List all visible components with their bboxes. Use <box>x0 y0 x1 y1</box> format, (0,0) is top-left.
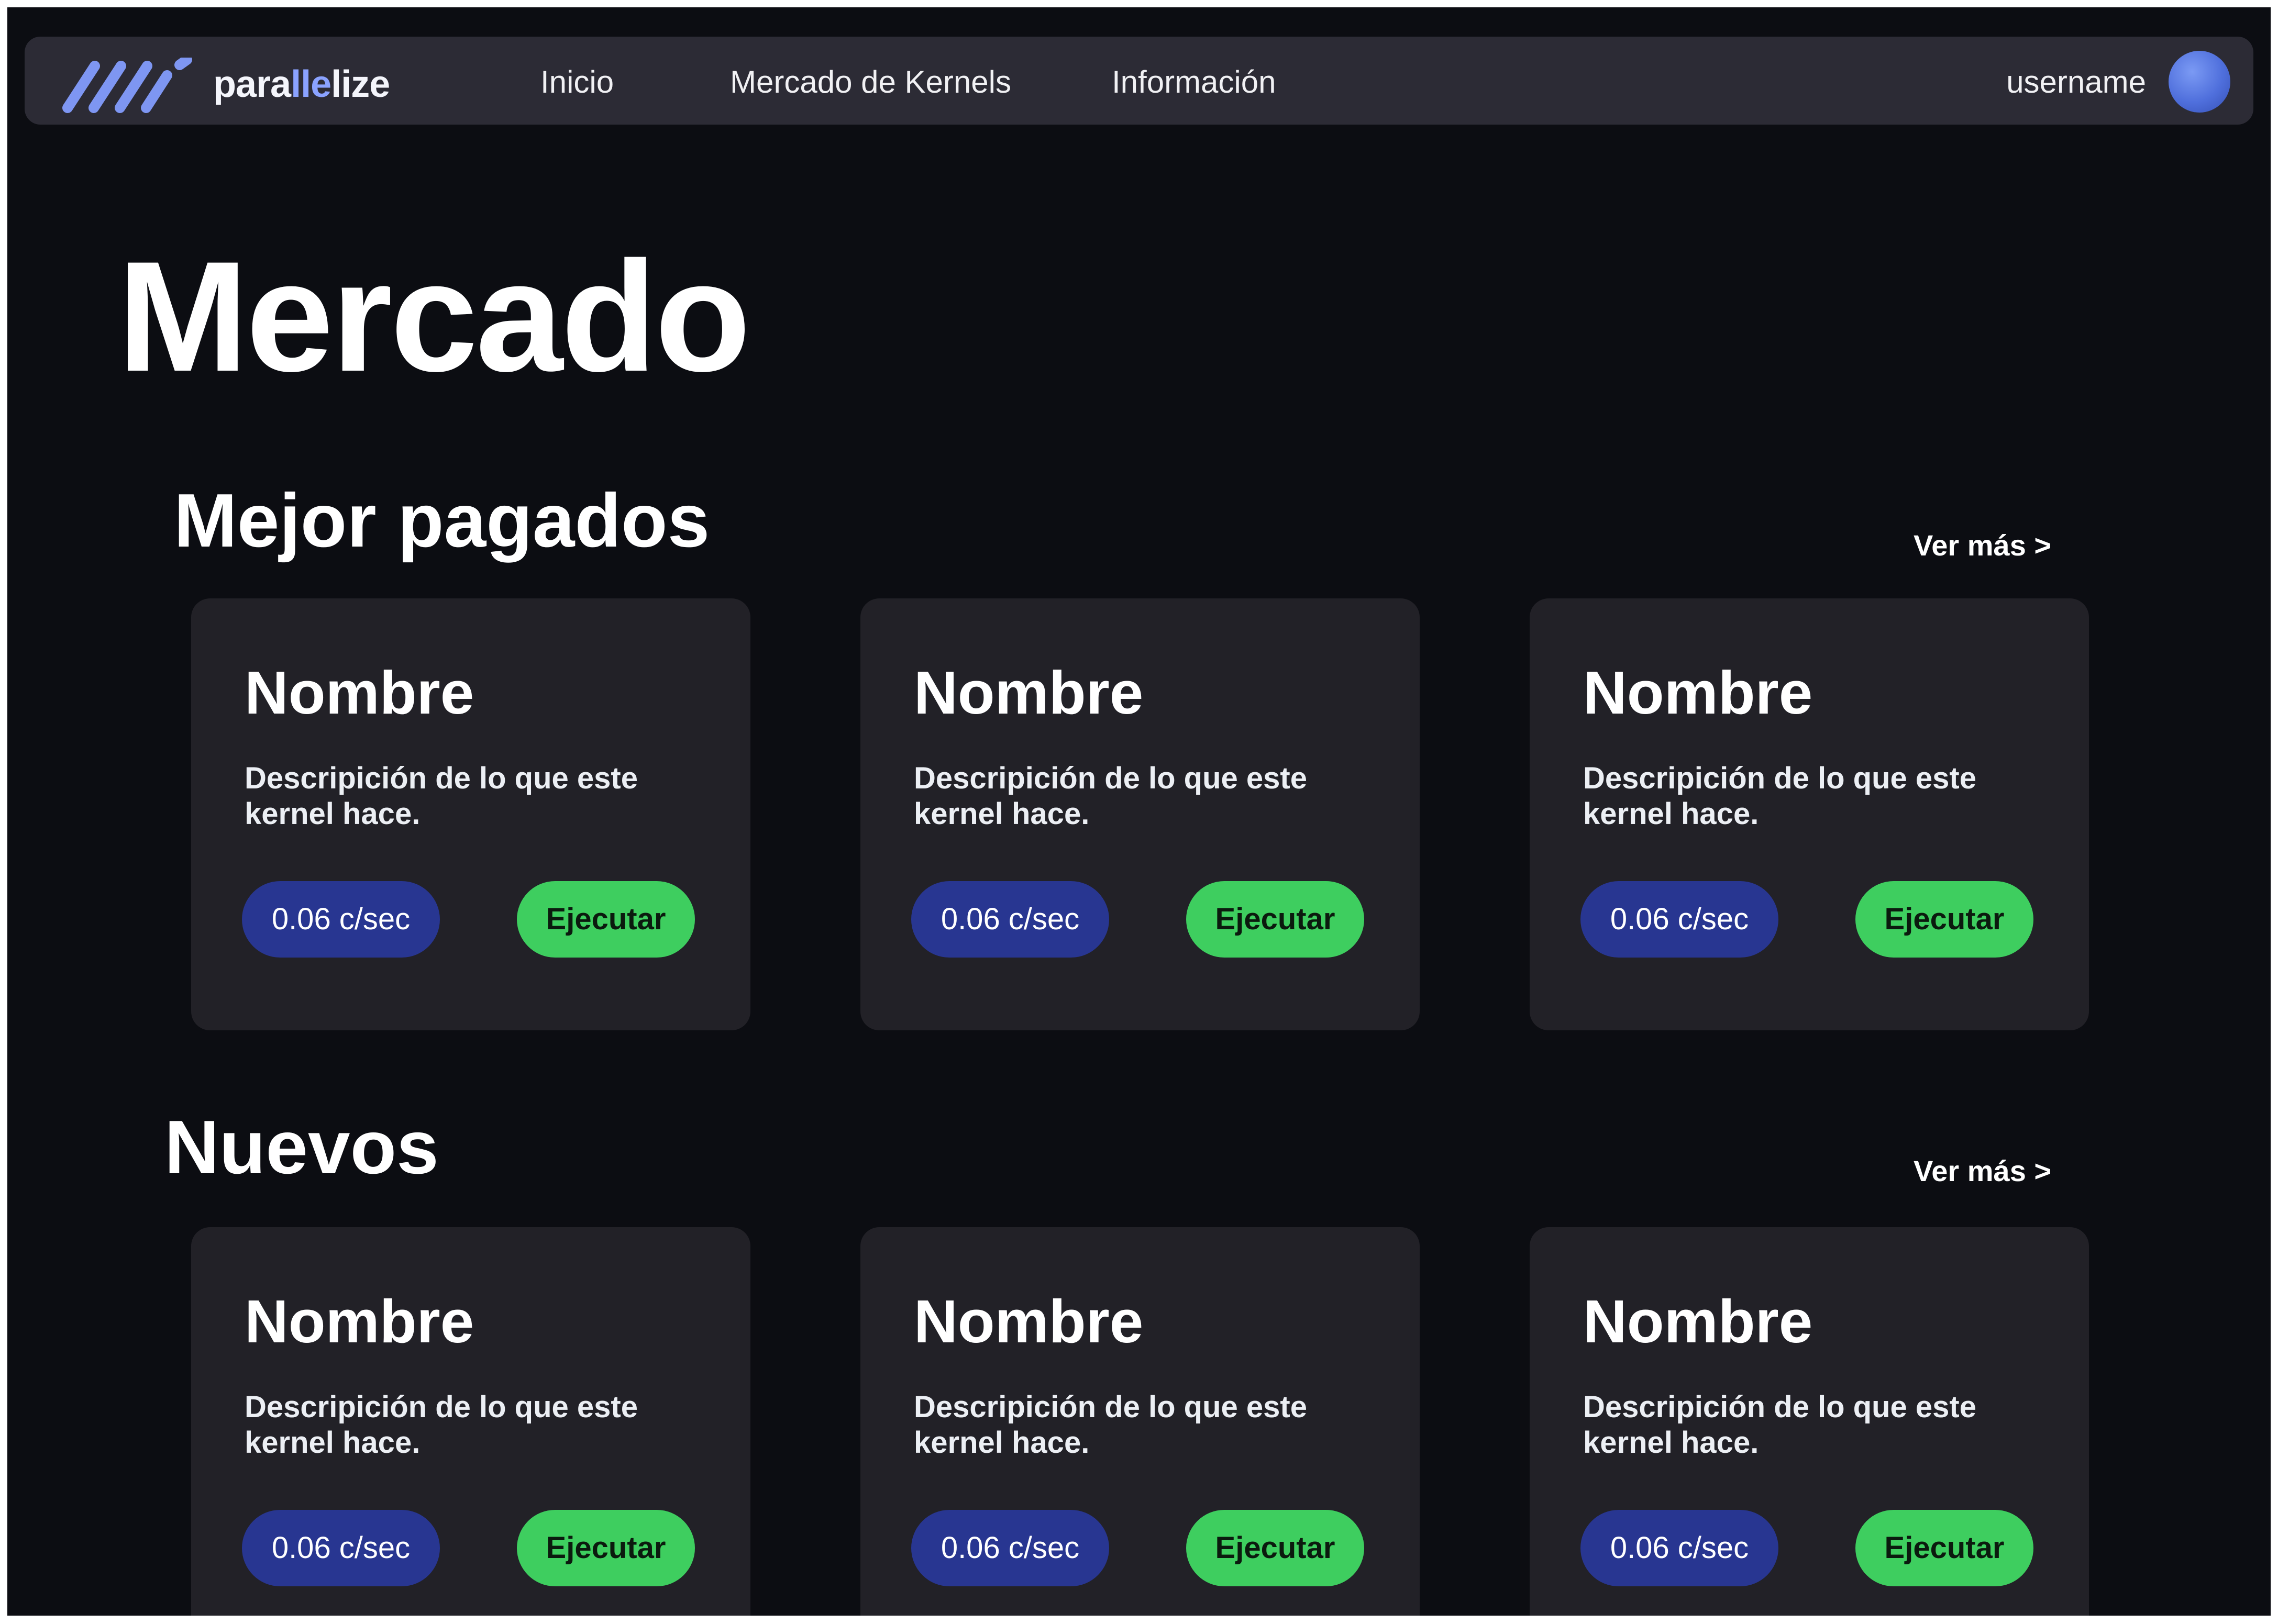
kernel-card: Nombre Descripición de lo que este kerne… <box>860 1227 1420 1616</box>
avatar[interactable] <box>2169 51 2230 113</box>
top-navbar: parallelize Inicio Mercado de Kernels In… <box>25 37 2253 125</box>
kernel-card: Nombre Descripición de lo que este kerne… <box>860 598 1420 1030</box>
kernel-name: Nombre <box>1583 1287 1813 1355</box>
logo-text-suffix: lize <box>331 63 390 105</box>
kernel-card: Nombre Descripición de lo que este kerne… <box>191 598 750 1030</box>
kernel-description: Descripición de lo que este kernel hace. <box>914 761 1307 831</box>
kernel-description: Descripición de lo que este kernel hace. <box>245 1390 638 1460</box>
nav-link-inicio[interactable]: Inicio <box>540 64 614 100</box>
kernel-card: Nombre Descripición de lo que este kerne… <box>1530 598 2089 1030</box>
logo-wordmark: parallelize <box>213 63 390 106</box>
ejecutar-button[interactable]: Ejecutar <box>1186 881 1364 958</box>
kernel-card: Nombre Descripición de lo que este kerne… <box>191 1227 750 1616</box>
ejecutar-button[interactable]: Ejecutar <box>517 1510 695 1586</box>
parallelize-logo[interactable]: parallelize <box>60 58 395 115</box>
kernel-name: Nombre <box>914 659 1144 727</box>
price-badge: 0.06 c/sec <box>1580 1510 1778 1586</box>
nav-link-informacion[interactable]: Información <box>1112 64 1276 100</box>
username-label[interactable]: username <box>2006 64 2146 100</box>
kernel-description: Descripición de lo que este kernel hace. <box>1583 1390 1976 1460</box>
ejecutar-button[interactable]: Ejecutar <box>1855 1510 2033 1586</box>
section-title-mejor-pagados: Mejor pagados <box>174 478 710 563</box>
kernel-name: Nombre <box>1583 659 1813 727</box>
kernel-description: Descripición de lo que este kernel hace. <box>914 1390 1307 1460</box>
nav-link-mercado-de-kernels[interactable]: Mercado de Kernels <box>730 64 1011 100</box>
ejecutar-button[interactable]: Ejecutar <box>1186 1510 1364 1586</box>
kernel-description: Descripición de lo que este kernel hace. <box>1583 761 1976 831</box>
kernel-name: Nombre <box>245 659 474 727</box>
logo-stripes-icon <box>62 58 192 113</box>
price-badge: 0.06 c/sec <box>242 1510 440 1586</box>
kernel-card: Nombre Descripición de lo que este kerne… <box>1530 1227 2089 1616</box>
kernel-name: Nombre <box>914 1287 1144 1355</box>
section-title-nuevos: Nuevos <box>164 1105 439 1189</box>
logo-text-prefix: para <box>213 63 291 105</box>
ejecutar-button[interactable]: Ejecutar <box>1855 881 2033 958</box>
see-more-nuevos-link[interactable]: Ver más > <box>1914 1154 2051 1188</box>
logo-text-highlight: lle <box>291 63 331 105</box>
price-badge: 0.06 c/sec <box>911 1510 1109 1586</box>
kernel-name: Nombre <box>245 1287 474 1355</box>
price-badge: 0.06 c/sec <box>1580 881 1778 958</box>
price-badge: 0.06 c/sec <box>242 881 440 958</box>
ejecutar-button[interactable]: Ejecutar <box>517 881 695 958</box>
see-more-mejor-pagados-link[interactable]: Ver más > <box>1914 528 2051 562</box>
price-badge: 0.06 c/sec <box>911 881 1109 958</box>
app-window: parallelize Inicio Mercado de Kernels In… <box>7 7 2271 1616</box>
page-title: Mercado <box>117 228 751 404</box>
kernel-description: Descripición de lo que este kernel hace. <box>245 761 638 831</box>
